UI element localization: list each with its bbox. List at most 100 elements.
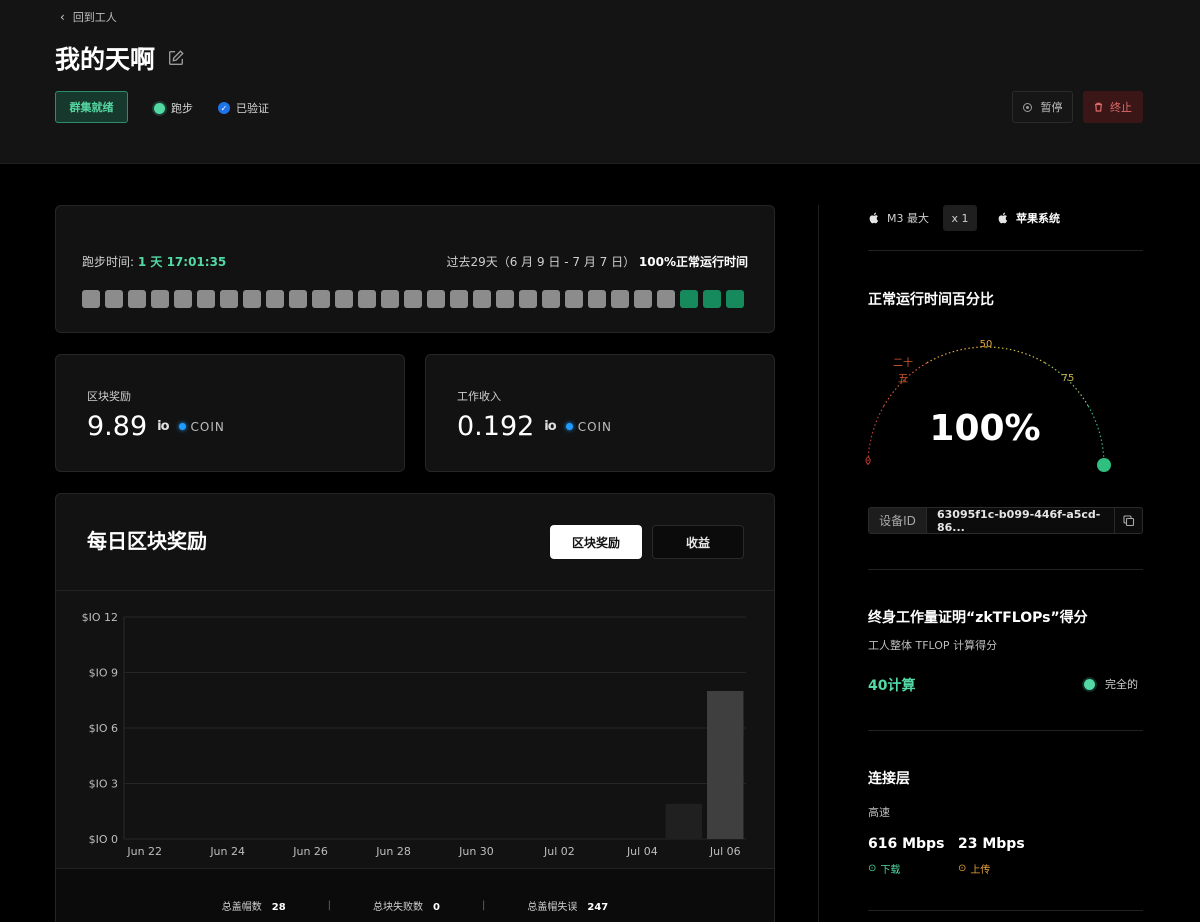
connection-subtitle: 高速: [868, 806, 890, 819]
x-tick-label: Jun 30: [458, 845, 494, 858]
zk-score-title: 终身工作量证明“zkTFLOPs”得分: [868, 610, 1088, 626]
footer-stats: 总盖帽数 28 | 总块失败数 0 | 总盖帽失误 247: [56, 898, 774, 913]
terminate-button[interactable]: 终止: [1083, 91, 1143, 123]
zk-status-label: 完全的: [1105, 678, 1138, 691]
download-speed: 616 Mbps: [868, 836, 945, 852]
x-tick-label: Jul 02: [543, 845, 575, 858]
upload-speed: 23 Mbps: [958, 836, 1025, 852]
hardware-info: M3 最大 x 1 苹果系统: [868, 205, 1060, 231]
section-divider: [868, 250, 1143, 251]
failed-blocks-value: 0: [433, 902, 440, 913]
uptime-range: 过去29天（6 月 9 日 - 7 月 7 日）: [446, 255, 636, 269]
download-label: ⊙ 下载: [868, 861, 900, 876]
tab-earnings[interactable]: 收益: [652, 525, 744, 559]
footer-separator: |: [327, 900, 332, 911]
uptime-day-block: [703, 290, 721, 308]
terminate-button-label: 终止: [1110, 101, 1132, 114]
pause-button[interactable]: 暂停: [1012, 91, 1073, 123]
device-id-value: 63095f1c-b099-446f-a5cd-86...: [937, 507, 1101, 534]
gauge-needle-dot: [1097, 458, 1111, 472]
uptime-day-blocks: [82, 290, 744, 308]
device-id-field: 设备ID 63095f1c-b099-446f-a5cd-86...: [868, 507, 1143, 534]
chevron-left-icon: ‹: [60, 10, 65, 24]
back-link-label: 回到工人: [72, 11, 117, 24]
total-caps-value: 28: [271, 902, 286, 913]
upload-label: ⊙ 上传: [958, 861, 990, 876]
uptime-day-block: [220, 290, 238, 308]
uptime-day-block: [312, 290, 330, 308]
zk-score-value: 40计算: [868, 678, 916, 694]
uptime-day-block: [519, 290, 537, 308]
edit-icon[interactable]: [167, 49, 185, 67]
status-verified: ✓ 已验证: [218, 100, 269, 116]
work-income-card: 工作收入 0.192 io COIN: [425, 354, 775, 472]
uptime-day-block: [404, 290, 422, 308]
uptime-day-block: [381, 290, 399, 308]
running-time: 跑步时间: 1 天 17:01:35: [82, 253, 226, 270]
pause-button-label: 暂停: [1040, 101, 1063, 114]
coin-label: COIN: [577, 419, 613, 434]
x-tick-label: Jul 06: [709, 845, 741, 858]
uptime-day-block: [726, 290, 744, 308]
uptime-day-block: [151, 290, 169, 308]
download-arrow-icon: ⊙: [868, 863, 877, 874]
running-dot-icon: [154, 102, 165, 114]
block-reward-value: 9.89: [87, 411, 148, 442]
back-link[interactable]: ‹ 回到工人: [60, 9, 117, 25]
uptime-day-block: [358, 290, 376, 308]
uptime-day-block: [588, 290, 606, 308]
uptime-day-block: [289, 290, 307, 308]
tab-block-reward[interactable]: 区块奖励: [550, 525, 642, 559]
uptime-day-block: [496, 290, 514, 308]
download-label-text: 下载: [880, 865, 901, 876]
failed-blocks: 总块失败数 0: [373, 898, 440, 913]
total-caps-label: 总盖帽数: [221, 902, 262, 913]
chart-footer: 总盖帽数 28 | 总块失败数 0 | 总盖帽失误 247: [56, 868, 774, 922]
zk-score-subtitle: 工人整体 TFLOP 计算得分: [868, 639, 998, 652]
uptime-gauge: 0 二十五 50 75: [865, 339, 1111, 472]
work-income-label: 工作收入: [457, 390, 501, 403]
uptime-day-block: [197, 290, 215, 308]
uptime-percent: 100%正常运行时间: [638, 255, 748, 269]
running-time-label: 跑步时间:: [82, 255, 135, 269]
uptime-day-block: [128, 290, 146, 308]
uptime-day-block: [174, 290, 192, 308]
x-tick-label: Jul 04: [626, 845, 658, 858]
work-income-value: 0.192: [457, 411, 535, 442]
uptime-day-block: [542, 290, 560, 308]
x-tick-label: Jun 24: [209, 845, 245, 858]
uptime-day-block: [105, 290, 123, 308]
complete-dot-icon: [1084, 678, 1095, 690]
block-reward-label: 区块奖励: [87, 390, 131, 403]
verified-check-icon: ✓: [218, 102, 230, 114]
uptime-day-block: [266, 290, 284, 308]
gauge-arc: [1044, 362, 1089, 407]
cluster-ready-badge: 群集就绪: [55, 91, 128, 123]
coin-tag: COIN: [178, 420, 225, 434]
apple-icon: [998, 212, 1008, 224]
y-tick-label: $IO 12: [82, 611, 118, 624]
block-reward-card: 区块奖励 9.89 io COIN: [55, 354, 405, 472]
y-tick-label: $IO 0: [89, 833, 118, 846]
gauge-label-0: 0: [865, 456, 871, 467]
x-tick-label: Jun 28: [375, 845, 411, 858]
gauge-arc: [985, 346, 1046, 364]
coin-tag: COIN: [565, 419, 613, 434]
bar-jul-05: [665, 803, 703, 839]
uptime-card: 跑步时间: 1 天 17:01:35 过去29天（6 月 9 日 - 7 月 7…: [55, 205, 775, 333]
x-tick-label: Jun 22: [126, 845, 162, 858]
uptime-summary: 过去29天（6 月 9 日 - 7 月 7 日） 100%正常运行时间: [446, 253, 748, 270]
gauge-arc: [1087, 405, 1105, 466]
total-caps: 总盖帽数 28: [222, 898, 286, 913]
copy-icon: [1122, 514, 1134, 526]
cap-errors-value: 247: [587, 902, 609, 913]
gauge-arc: [926, 346, 987, 364]
section-divider: [868, 730, 1143, 731]
uptime-day-block: [335, 290, 353, 308]
io-logo-icon: io: [544, 419, 556, 434]
worker-header: ‹ 回到工人 我的天啊 群集就绪 跑步 ✓ 已验证 暂停 终止: [0, 0, 1200, 164]
copy-button[interactable]: [1114, 508, 1142, 533]
footer-separator: |: [482, 900, 486, 911]
connection-title: 连接层: [868, 771, 910, 787]
device-id-label: 设备ID: [869, 508, 927, 533]
